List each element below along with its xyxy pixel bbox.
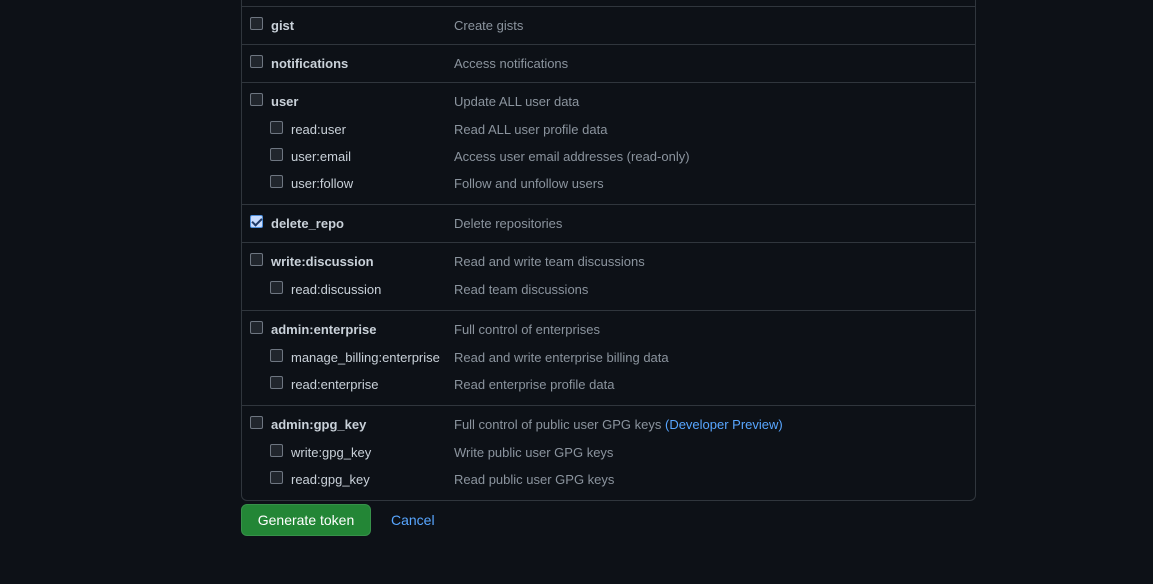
scope-row-user: user Update ALL user data — [242, 90, 975, 114]
scope-checkbox[interactable] — [250, 321, 263, 334]
scope-description: Access notifications — [454, 56, 568, 71]
scope-checkbox[interactable] — [250, 55, 263, 68]
scope-subrow-read-gpg-key: read:gpg_key Read public user GPG keys — [242, 467, 975, 494]
scope-name[interactable]: notifications — [271, 56, 348, 71]
scope-description: Delete repositories — [454, 216, 562, 231]
scope-subrow-manage-billing-enterprise: manage_billing:enterprise Read and write … — [242, 345, 975, 372]
scope-name[interactable]: manage_billing:enterprise — [291, 350, 440, 365]
scope-name[interactable]: user:email — [291, 149, 351, 164]
scope-row-gist: gist Create gists — [242, 14, 975, 38]
scope-subrow-user-email: user:email Access user email addresses (r… — [242, 144, 975, 171]
scope-description-text: Access notifications — [454, 56, 569, 71]
scope-row-admin-gpg-key: admin:gpg_key Full control of public user… — [242, 413, 975, 437]
scope-name[interactable]: read:gpg_key — [291, 472, 370, 487]
scope-description-text: Full control of enterprises — [454, 322, 600, 337]
scope-description: Full control of enterprises — [454, 322, 600, 337]
scope-description-text: Read ALL user profile data — [454, 122, 608, 137]
scope-row-delete-repo: delete_repo Delete repositories — [242, 212, 975, 236]
scope-name[interactable]: read:user — [291, 122, 346, 137]
scope-description-text: Full control of public user GPG keys — [454, 417, 662, 432]
scope-description-text: Update ALL user data — [454, 94, 580, 109]
scope-checkbox[interactable] — [270, 175, 283, 188]
scope-group-user: user Update ALL user data read:user Read AL… — [242, 82, 975, 204]
scope-description: Write public user GPG keys — [454, 445, 613, 460]
scope-description: Read ALL user profile data — [454, 122, 607, 137]
scope-row-admin-enterprise: admin:enterprise Full control of enterpri… — [242, 318, 975, 342]
scope-checkbox[interactable] — [270, 121, 283, 134]
scope-group-admin-gpg-key: admin:gpg_key Full control of public user… — [242, 405, 975, 500]
scope-name[interactable]: admin:gpg_key — [271, 417, 366, 432]
scope-checkbox[interactable] — [270, 148, 283, 161]
scope-description: Follow and unfollow users — [454, 176, 604, 191]
scope-checkbox[interactable] — [250, 416, 263, 429]
scope-subrow-user-follow: user:follow Follow and unfollow users — [242, 171, 975, 198]
form-actions: Generate token Cancel — [241, 504, 435, 536]
scope-description: Full control of public user GPG keys (De… — [454, 417, 783, 432]
scope-checkbox[interactable] — [250, 17, 263, 30]
scope-checkbox[interactable] — [270, 349, 283, 362]
scope-description: Read enterprise profile data — [454, 377, 614, 392]
scope-description: Access user email addresses (read-only) — [454, 149, 690, 164]
scope-description-text: Access user email addresses (read-only) — [454, 149, 690, 164]
scope-description: Read public user GPG keys — [454, 472, 614, 487]
scope-group-delete-repo: delete_repo Delete repositories — [242, 204, 975, 242]
scope-description: Create gists — [454, 18, 523, 33]
scope-description: Read team discussions — [454, 282, 588, 297]
scope-name[interactable]: user:follow — [291, 176, 353, 191]
scope-checkbox[interactable] — [270, 444, 283, 457]
scope-name[interactable]: read:enterprise — [291, 377, 378, 392]
scope-group-write-discussion: write:discussion Read and write team disc… — [242, 242, 975, 310]
scope-row-write-discussion: write:discussion Read and write team disc… — [242, 250, 975, 274]
developer-preview-link[interactable]: (Developer Preview) — [665, 417, 783, 432]
scope-description-text: Read team discussions — [454, 282, 589, 297]
scope-name[interactable]: admin:enterprise — [271, 322, 376, 337]
scope-name[interactable]: delete_repo — [271, 216, 344, 231]
scope-description-text: Follow and unfollow users — [454, 176, 604, 191]
scope-description-text: Delete repositories — [454, 216, 563, 231]
scope-subrow-write-gpg-key: write:gpg_key Write public user GPG keys — [242, 440, 975, 467]
scopes-list: gist Create gists notifications Access noti… — [241, 0, 976, 501]
generate-token-button[interactable]: Generate token — [241, 504, 371, 536]
scope-description: Update ALL user data — [454, 94, 579, 109]
scope-description-text: Read enterprise profile data — [454, 377, 615, 392]
scope-description-text: Write public user GPG keys — [454, 445, 614, 460]
scope-name[interactable]: gist — [271, 18, 294, 33]
scope-name[interactable]: user — [271, 94, 298, 109]
scope-description-text: Create gists — [454, 18, 524, 33]
scope-description: Read and write team discussions — [454, 254, 645, 269]
scope-description-text: Read public user GPG keys — [454, 472, 615, 487]
scope-subrow-read-user: read:user Read ALL user profile data — [242, 117, 975, 144]
scope-name[interactable]: write:gpg_key — [291, 445, 371, 460]
scope-group-gist: gist Create gists — [242, 6, 975, 44]
scope-checkbox[interactable] — [270, 281, 283, 294]
scope-subrow-read-discussion: read:discussion Read team discussions — [242, 277, 975, 304]
cancel-link[interactable]: Cancel — [391, 512, 435, 528]
scope-checkbox[interactable] — [250, 93, 263, 106]
scope-name[interactable]: write:discussion — [271, 254, 374, 269]
scope-name[interactable]: read:discussion — [291, 282, 381, 297]
scope-checkbox[interactable] — [250, 215, 263, 228]
scope-description: Read and write enterprise billing data — [454, 350, 669, 365]
scope-description-text: Read and write enterprise billing data — [454, 350, 669, 365]
scope-row-notifications: notifications Access notifications — [242, 52, 975, 76]
scope-checkbox[interactable] — [270, 471, 283, 484]
scope-subrow-read-enterprise: read:enterprise Read enterprise profile d… — [242, 372, 975, 399]
scope-checkbox[interactable] — [250, 253, 263, 266]
scope-groups: gist Create gists notifications Access noti… — [242, 6, 975, 500]
scope-group-admin-enterprise: admin:enterprise Full control of enterpri… — [242, 310, 975, 405]
scope-group-notifications: notifications Access notifications — [242, 44, 975, 82]
scope-description-text: Read and write team discussions — [454, 254, 645, 269]
scope-checkbox[interactable] — [270, 376, 283, 389]
